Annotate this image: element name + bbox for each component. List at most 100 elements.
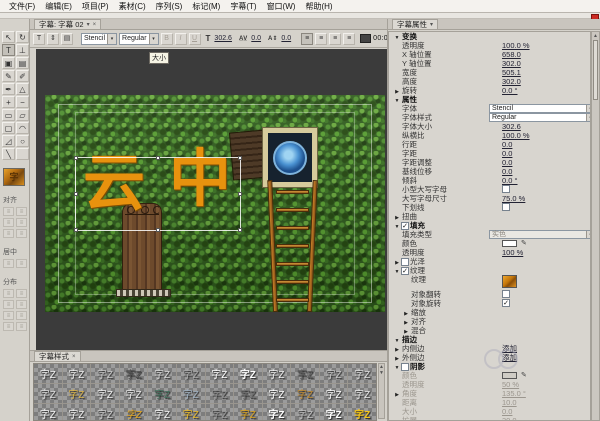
close-icon[interactable]: ×: [93, 20, 97, 30]
menu-item[interactable]: 帮助(H): [300, 1, 337, 12]
style-swatch[interactable]: 字Z: [176, 404, 205, 420]
color-swatch[interactable]: [502, 240, 517, 247]
align-option-icon[interactable]: ≡: [3, 300, 14, 309]
bold-button[interactable]: B: [160, 32, 173, 45]
empty-tool-icon[interactable]: [16, 148, 29, 160]
menu-item[interactable]: 文件(F): [4, 1, 40, 12]
align-option-icon[interactable]: ≡: [3, 259, 14, 268]
add-stroke-link[interactable]: 添加: [502, 344, 517, 353]
texture-swatch[interactable]: [502, 275, 517, 288]
add-stroke-link[interactable]: 添加: [502, 353, 517, 362]
prop-checkbox[interactable]: [502, 290, 510, 298]
style-swatch[interactable]: 字Z: [205, 384, 234, 403]
italic-button[interactable]: I: [174, 32, 187, 45]
align-option-icon[interactable]: ≡: [3, 289, 14, 298]
style-swatch[interactable]: 字Z: [148, 404, 176, 420]
style-swatch[interactable]: 字Z: [262, 404, 291, 420]
style-swatch[interactable]: 字Z: [91, 364, 119, 383]
style-swatch[interactable]: 字Z: [148, 364, 176, 383]
align-option-icon[interactable]: ≡: [3, 229, 14, 238]
menu-item[interactable]: 标记(M): [187, 1, 225, 12]
style-swatch[interactable]: 字Z: [62, 404, 91, 420]
menu-item[interactable]: 素材(C): [114, 1, 151, 12]
prop-value[interactable]: 100.0 %: [502, 41, 530, 50]
section-checkbox[interactable]: [401, 363, 409, 372]
style-swatch[interactable]: 字Z: [91, 404, 119, 420]
prop-checkbox[interactable]: ✓: [502, 299, 510, 307]
align-option-icon[interactable]: ≡: [16, 207, 27, 216]
prop-value[interactable]: 0.0: [502, 407, 512, 416]
selection-bounding-box[interactable]: [74, 156, 242, 232]
tab-title-properties[interactable]: 字幕属性 ▾: [392, 19, 439, 29]
style-swatch[interactable]: 字Z: [176, 364, 205, 383]
prop-value[interactable]: 302.0: [502, 77, 521, 86]
style-swatch[interactable]: 字Z: [291, 384, 319, 403]
selection-tool-icon[interactable]: ↖: [2, 31, 15, 43]
align-option-icon[interactable]: ≡: [3, 207, 14, 216]
props-scrollbar[interactable]: ▲: [591, 31, 600, 421]
convert-anchor-tool-icon[interactable]: △: [16, 83, 29, 95]
style-swatch[interactable]: 字Z: [262, 364, 291, 383]
style-swatch[interactable]: 字Z: [34, 384, 62, 403]
style-swatch[interactable]: 字Z: [91, 384, 119, 403]
rounded-rect-tool-icon[interactable]: ▢: [2, 122, 15, 134]
style-swatch[interactable]: 字Z: [119, 364, 148, 383]
prop-value[interactable]: 100.0 %: [502, 131, 530, 140]
style-swatch[interactable]: 字Z: [319, 404, 348, 420]
prop-value[interactable]: 135.0 °: [502, 389, 526, 398]
monitor-icon[interactable]: [360, 34, 372, 43]
prop-value[interactable]: 10.0: [502, 398, 517, 407]
style-swatch[interactable]: 字Z: [348, 404, 376, 420]
prop-checkbox[interactable]: [502, 203, 510, 211]
kerning-value[interactable]: 0.0: [251, 35, 261, 42]
prop-value[interactable]: 100 %: [502, 248, 523, 257]
prop-value[interactable]: 0.0: [502, 140, 512, 149]
font-style-select[interactable]: Regular ▾: [119, 32, 159, 45]
prop-dropdown[interactable]: 实色▾: [489, 230, 590, 239]
style-swatch[interactable]: 字Z: [234, 404, 262, 420]
style-swatch[interactable]: 字Z: [119, 384, 148, 403]
prop-value[interactable]: 0.0 °: [502, 176, 518, 185]
prop-value[interactable]: 505.1: [502, 68, 521, 77]
align-option-icon[interactable]: ≡: [16, 218, 27, 227]
align-option-icon[interactable]: ≡: [3, 322, 14, 331]
prop-checkbox[interactable]: [502, 185, 510, 193]
tab-title-designer[interactable]: 字幕: 字幕 02 ▾ ×: [34, 19, 102, 30]
styles-scrollbar[interactable]: ▲ ▼: [378, 363, 385, 419]
rotation-tool-icon[interactable]: ↻: [16, 31, 29, 43]
menu-item[interactable]: 窗口(W): [262, 1, 301, 12]
prop-value[interactable]: 75.0 %: [502, 194, 525, 203]
chevron-down-icon[interactable]: ▾: [148, 33, 158, 44]
align-option-icon[interactable]: ≡: [3, 311, 14, 320]
add-anchor-tool-icon[interactable]: +: [2, 96, 15, 108]
section-checkbox[interactable]: ✓: [401, 222, 409, 231]
chevron-down-icon[interactable]: ▾: [107, 33, 117, 44]
scrollbar-thumb[interactable]: [593, 40, 598, 100]
line-tool-icon[interactable]: ╲: [2, 148, 15, 160]
leading-value[interactable]: 0.0: [281, 35, 291, 42]
menu-item[interactable]: 项目(P): [77, 1, 114, 12]
delete-anchor-tool-icon[interactable]: −: [16, 96, 29, 108]
menu-item[interactable]: 字幕(T): [225, 1, 261, 12]
section-checkbox[interactable]: [401, 258, 409, 267]
style-swatch[interactable]: 字Z: [205, 404, 234, 420]
style-swatch[interactable]: 字Z: [234, 384, 262, 403]
video-frame[interactable]: 云 中: [45, 95, 385, 312]
style-swatch[interactable]: 字Z: [62, 364, 91, 383]
prop-value[interactable]: 30.0: [502, 416, 517, 420]
chevron-down-icon[interactable]: ▾: [87, 20, 90, 30]
style-swatch[interactable]: 字Z: [176, 384, 205, 403]
font-family-select[interactable]: Stencil ▾: [81, 32, 118, 45]
prop-dropdown[interactable]: Regular▾: [489, 113, 590, 122]
style-swatch[interactable]: 字Z: [205, 364, 234, 383]
arc-tool-icon[interactable]: ◠: [16, 122, 29, 134]
align-right-button[interactable]: ≡: [329, 32, 342, 45]
title-canvas[interactable]: 云 中: [36, 49, 387, 350]
style-swatch[interactable]: 字Z: [262, 384, 291, 403]
underline-button[interactable]: U: [188, 32, 201, 45]
area-type-tool-icon[interactable]: ▣: [2, 57, 15, 69]
align-left-button[interactable]: ≡: [301, 32, 314, 45]
prop-value[interactable]: 50 %: [502, 380, 519, 389]
section-checkbox[interactable]: ✓: [401, 267, 409, 276]
pen-tool-icon[interactable]: ✒: [2, 83, 15, 95]
